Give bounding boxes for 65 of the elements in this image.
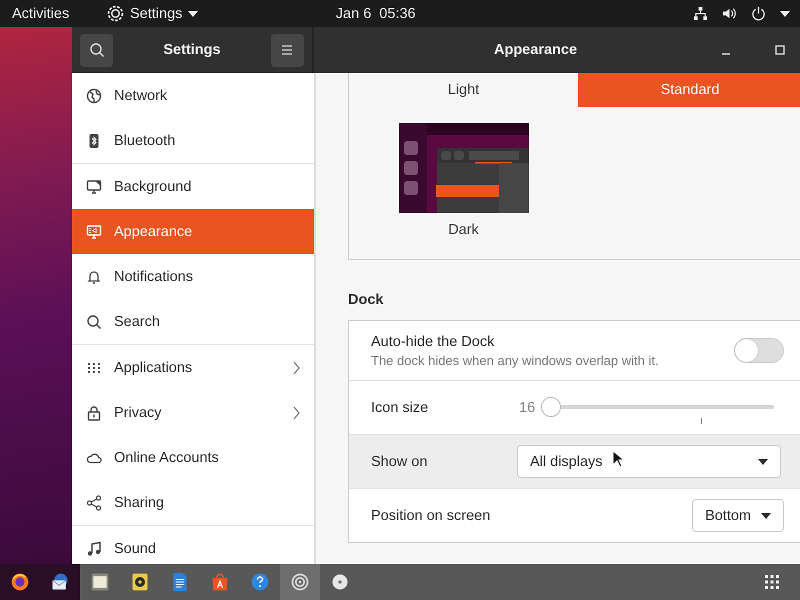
caret-icon xyxy=(758,458,768,464)
dropdown[interactable]: Bottom xyxy=(692,499,784,532)
menu-button[interactable] xyxy=(270,34,304,66)
volume-icon[interactable] xyxy=(722,6,737,21)
caret-icon xyxy=(188,10,198,16)
disc-icon xyxy=(330,572,350,592)
bell-icon xyxy=(86,268,102,284)
mouse-pointer-icon xyxy=(612,450,624,468)
app-menu-label: Settings xyxy=(130,6,182,22)
sidebar-item[interactable]: Online Accounts xyxy=(72,435,314,480)
sidebar-item[interactable]: Privacy xyxy=(72,390,314,435)
sidebar-item[interactable]: Notifications xyxy=(72,254,314,299)
system-menu-caret-icon xyxy=(780,10,790,16)
sidebar-title: Settings xyxy=(163,42,221,58)
search-icon xyxy=(88,42,104,58)
globe-icon xyxy=(86,88,102,104)
caret-icon xyxy=(761,512,771,518)
power-icon[interactable] xyxy=(751,6,766,21)
sidebar-item[interactable]: Sharing xyxy=(72,480,314,525)
setting-label: Icon size xyxy=(371,400,430,416)
theme-option[interactable]: Standard xyxy=(578,73,800,107)
chevron-right-icon xyxy=(293,406,300,420)
search-button[interactable] xyxy=(80,34,113,66)
speaker-icon xyxy=(130,572,150,592)
maximize-icon xyxy=(775,45,785,55)
monitor-icon xyxy=(86,178,102,194)
activities-button[interactable]: Activities xyxy=(12,6,107,22)
chevron-right-icon xyxy=(293,360,300,374)
slider-value: 16 xyxy=(519,400,536,416)
sidebar-item[interactable]: Search xyxy=(72,299,314,344)
setting-label: Position on screen xyxy=(371,508,492,524)
toggle-switch[interactable] xyxy=(734,338,784,363)
sidebar-item[interactable]: Background xyxy=(72,164,314,209)
mail-icon xyxy=(50,572,70,592)
setting-label: Show on xyxy=(371,454,428,470)
sidebar-item[interactable]: Sound xyxy=(72,526,314,564)
lock-icon xyxy=(86,404,102,420)
app-grid-icon xyxy=(765,575,779,589)
dropdown[interactable]: All displays xyxy=(517,445,781,478)
search-icon xyxy=(86,314,102,330)
browser-icon xyxy=(10,572,30,592)
setting-label: Auto-hide the Dock xyxy=(371,334,496,350)
sidebar-item[interactable]: Applications xyxy=(72,345,314,390)
file-cabinet-icon xyxy=(90,572,110,592)
network-icon[interactable] xyxy=(693,6,708,21)
theme-option[interactable]: Light xyxy=(349,73,578,107)
share-icon xyxy=(86,494,102,510)
minimize-icon xyxy=(721,53,731,55)
music-note-icon xyxy=(86,540,102,556)
help-icon xyxy=(250,572,270,592)
sidebar-item[interactable]: Appearance xyxy=(72,209,314,254)
section-heading: Dock xyxy=(348,292,384,308)
slider-thumb[interactable] xyxy=(541,396,562,416)
setting-description: The dock hides when any windows overlap with it. xyxy=(371,352,660,368)
gear-icon xyxy=(107,5,124,22)
theme-option[interactable]: Dark xyxy=(349,213,578,247)
shopping-bag-icon xyxy=(210,572,230,592)
appearance-icon xyxy=(86,224,102,240)
window-title: Appearance xyxy=(494,42,578,58)
app-menu[interactable]: Settings xyxy=(107,5,198,22)
theme-preview-drawing[interactable] xyxy=(398,123,528,213)
clock[interactable]: Jan 6 05:36 xyxy=(198,6,693,22)
sidebar-item[interactable]: Bluetooth xyxy=(72,118,314,163)
gear-icon xyxy=(290,572,310,592)
sidebar-item[interactable]: Network xyxy=(72,73,314,118)
